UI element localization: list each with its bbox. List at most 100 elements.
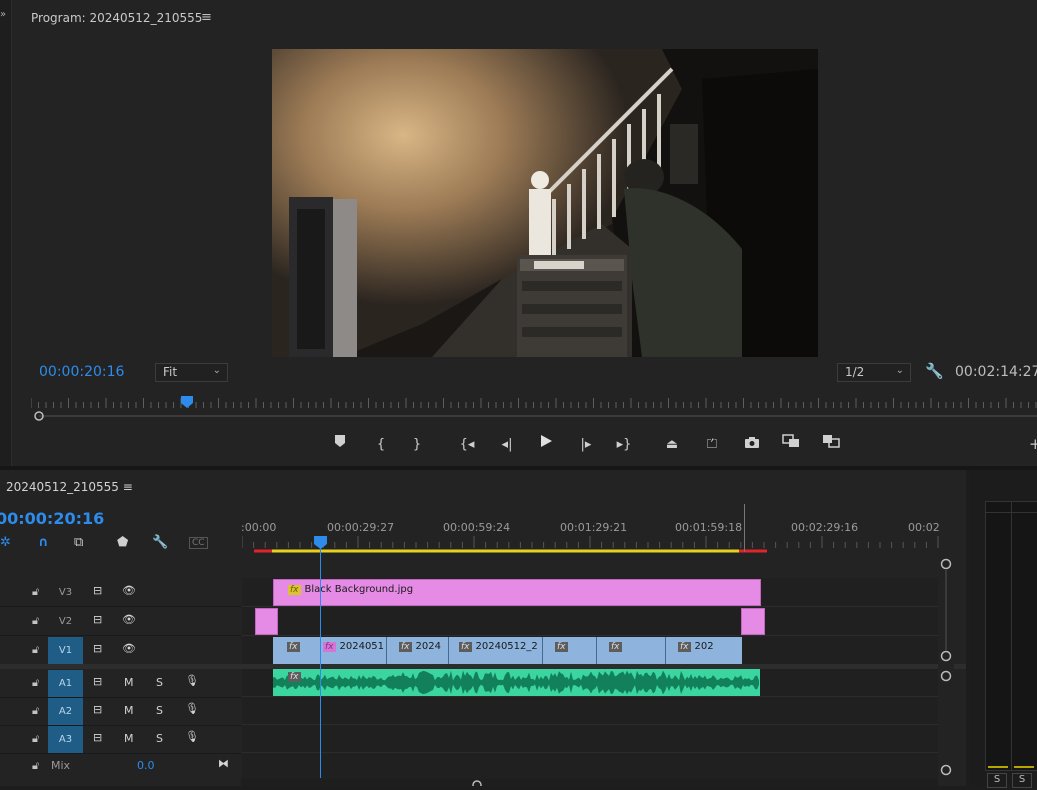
extract-button[interactable]: ⏍ [701,434,723,456]
track-header-a3[interactable]: 🔓︎ A3 ⊟ M S 🎙︎ [0,725,241,754]
toggle-sync-lock-icon[interactable]: ⊟ [93,731,102,744]
track-header-a1[interactable]: 🔓︎ A1 ⊟ M S 🎙︎ [0,669,241,698]
clip-v1[interactable]: fx 202 [666,637,742,664]
eye-icon[interactable]: 👁︎ [122,642,136,655]
toggle-sync-lock-icon[interactable]: ⊟ [93,584,102,597]
track-header-v3[interactable]: 🔓︎ V3 ⊟ 👁︎ [0,578,241,607]
mix-fader-icon[interactable]: ⧓ [218,757,229,770]
timeline-playhead[interactable] [314,536,327,550]
mix-volume-value[interactable]: 0.0 [137,759,155,772]
track-header-mix[interactable]: 🔓︎ Mix 0.0 ⧓ [0,753,241,779]
play-button[interactable] [535,434,557,456]
sequence-end-marker [744,504,745,552]
clip-v1[interactable]: fx 2024 [387,637,449,664]
toggle-sync-lock-icon[interactable]: ⊟ [93,675,102,688]
track-name[interactable]: A3 [48,726,83,753]
lift-button[interactable]: ⏏ [661,434,683,456]
clip-label: 202 [694,641,714,652]
timeline-timecode[interactable]: 00:00:20:16 [0,509,104,528]
mute-button[interactable]: M [124,676,134,689]
track-name[interactable]: A2 [48,698,83,725]
comparison-view-button[interactable] [780,434,802,456]
eye-icon[interactable]: 👁︎ [122,613,136,626]
microphone-icon[interactable]: 🎙︎ [185,702,199,715]
export-frame-button[interactable] [741,434,763,456]
clip-v1[interactable]: fx 20240512_2 [449,637,543,664]
lock-icon[interactable]: 🔓︎ [32,676,39,690]
snap-magnet-icon[interactable]: ∩ [38,535,49,550]
add-marker-icon[interactable]: ⬟ [117,535,128,550]
panel-overflow-icon[interactable]: » [0,9,6,20]
mute-button[interactable]: M [124,704,134,717]
clip-v1[interactable]: fx [273,637,321,664]
track-name[interactable]: V2 [48,609,83,634]
fx-badge-icon: fx [288,672,301,682]
timeline-vertical-scrollbar[interactable] [938,556,954,786]
step-forward-button[interactable]: |▸ [575,434,597,456]
monitor-time-ruler[interactable] [31,396,1037,410]
solo-button[interactable]: S [156,732,163,745]
microphone-icon[interactable]: 🎙︎ [185,730,199,743]
step-back-button[interactable]: ◂| [496,434,518,456]
settings-wrench-icon[interactable]: 🔧 [925,362,944,380]
playhead-timecode[interactable]: 00:00:20:16 [39,364,124,380]
fx-badge-icon: fx [323,642,336,652]
track-name[interactable]: A1 [48,670,83,697]
lock-icon[interactable]: 🔓︎ [32,732,39,746]
clip-black-background[interactable]: fx Black Background.jpg [273,579,761,606]
track-header-v2[interactable]: 🔓︎ V2 ⊟ 👁︎ [0,607,241,636]
track-name[interactable]: V1 [48,637,83,664]
clip-v2-end[interactable] [741,608,765,635]
ruler-label: 00:02 [908,521,940,534]
fx-badge-icon: fx [287,642,300,652]
timeline-horizontal-scrollbar[interactable] [241,779,938,786]
solo-button[interactable]: S [156,704,163,717]
microphone-icon[interactable]: 🎙︎ [185,674,199,687]
step-back-icon: ◂| [501,437,513,452]
scrollbar-handles [940,558,952,776]
zoom-level-dropdown[interactable]: Fit ⌄ [155,363,228,382]
panel-menu-icon[interactable]: ≡ [201,10,212,25]
captions-icon[interactable]: CC [189,537,208,549]
monitor-zoom-scrollbar[interactable] [31,411,1037,421]
clip-v1[interactable]: fx 2024051 [321,637,387,664]
timeline-settings-wrench-icon[interactable]: 🔧 [152,535,168,550]
track-name[interactable]: V3 [48,580,83,605]
go-to-in-button[interactable]: {◂ [456,434,478,456]
left-panel-edge: » [0,0,12,466]
monitor-playhead[interactable] [181,396,193,408]
mute-button[interactable]: M [124,732,134,745]
solo-button[interactable]: S [156,676,163,689]
playback-resolution-dropdown[interactable]: 1/2 ⌄ [837,363,911,382]
eye-icon[interactable]: 👁︎ [122,584,136,597]
linked-selection-icon[interactable]: ⧉ [74,535,83,550]
lock-icon[interactable]: 🔓︎ [32,759,39,773]
program-monitor-title[interactable]: Program: 20240512_210555 [31,11,202,25]
lock-icon[interactable]: 🔓︎ [32,643,39,657]
track-header-v1[interactable]: 🔓︎ V1 ⊟ 👁︎ [0,636,241,665]
audio-clip-a1[interactable]: fx [273,669,760,696]
go-to-in-icon: {◂ [459,437,475,452]
timeline-playhead-line [320,548,321,778]
multi-camera-icon [823,435,840,448]
toggle-sync-lock-icon[interactable]: ⊟ [93,613,102,626]
lock-icon[interactable]: 🔓︎ [32,585,39,599]
clip-v1[interactable]: fx [543,637,597,664]
add-button-icon[interactable]: + [1029,435,1037,453]
toggle-sync-lock-icon[interactable]: ⊟ [93,703,102,716]
nest-icon[interactable]: ✲ [0,535,11,550]
track-header-a2[interactable]: 🔓︎ A2 ⊟ M S 🎙︎ [0,697,241,726]
ruler-label: 00:00:29:27 [327,521,395,534]
lock-icon[interactable]: 🔓︎ [32,614,39,628]
add-marker-button[interactable] [329,434,351,456]
lock-icon[interactable]: 🔓︎ [32,704,39,718]
mark-out-button[interactable]: } [406,434,428,456]
sequence-tab[interactable]: 20240512_210555 ≡ [6,480,133,494]
clip-v2-start[interactable] [255,608,278,635]
clip-label: 2024 [415,641,441,652]
go-to-out-button[interactable]: ▸} [613,434,635,456]
mark-in-button[interactable]: { [370,434,392,456]
toggle-sync-lock-icon[interactable]: ⊟ [93,642,102,655]
multi-camera-button[interactable] [820,434,842,456]
clip-v1[interactable]: fx [597,637,666,664]
